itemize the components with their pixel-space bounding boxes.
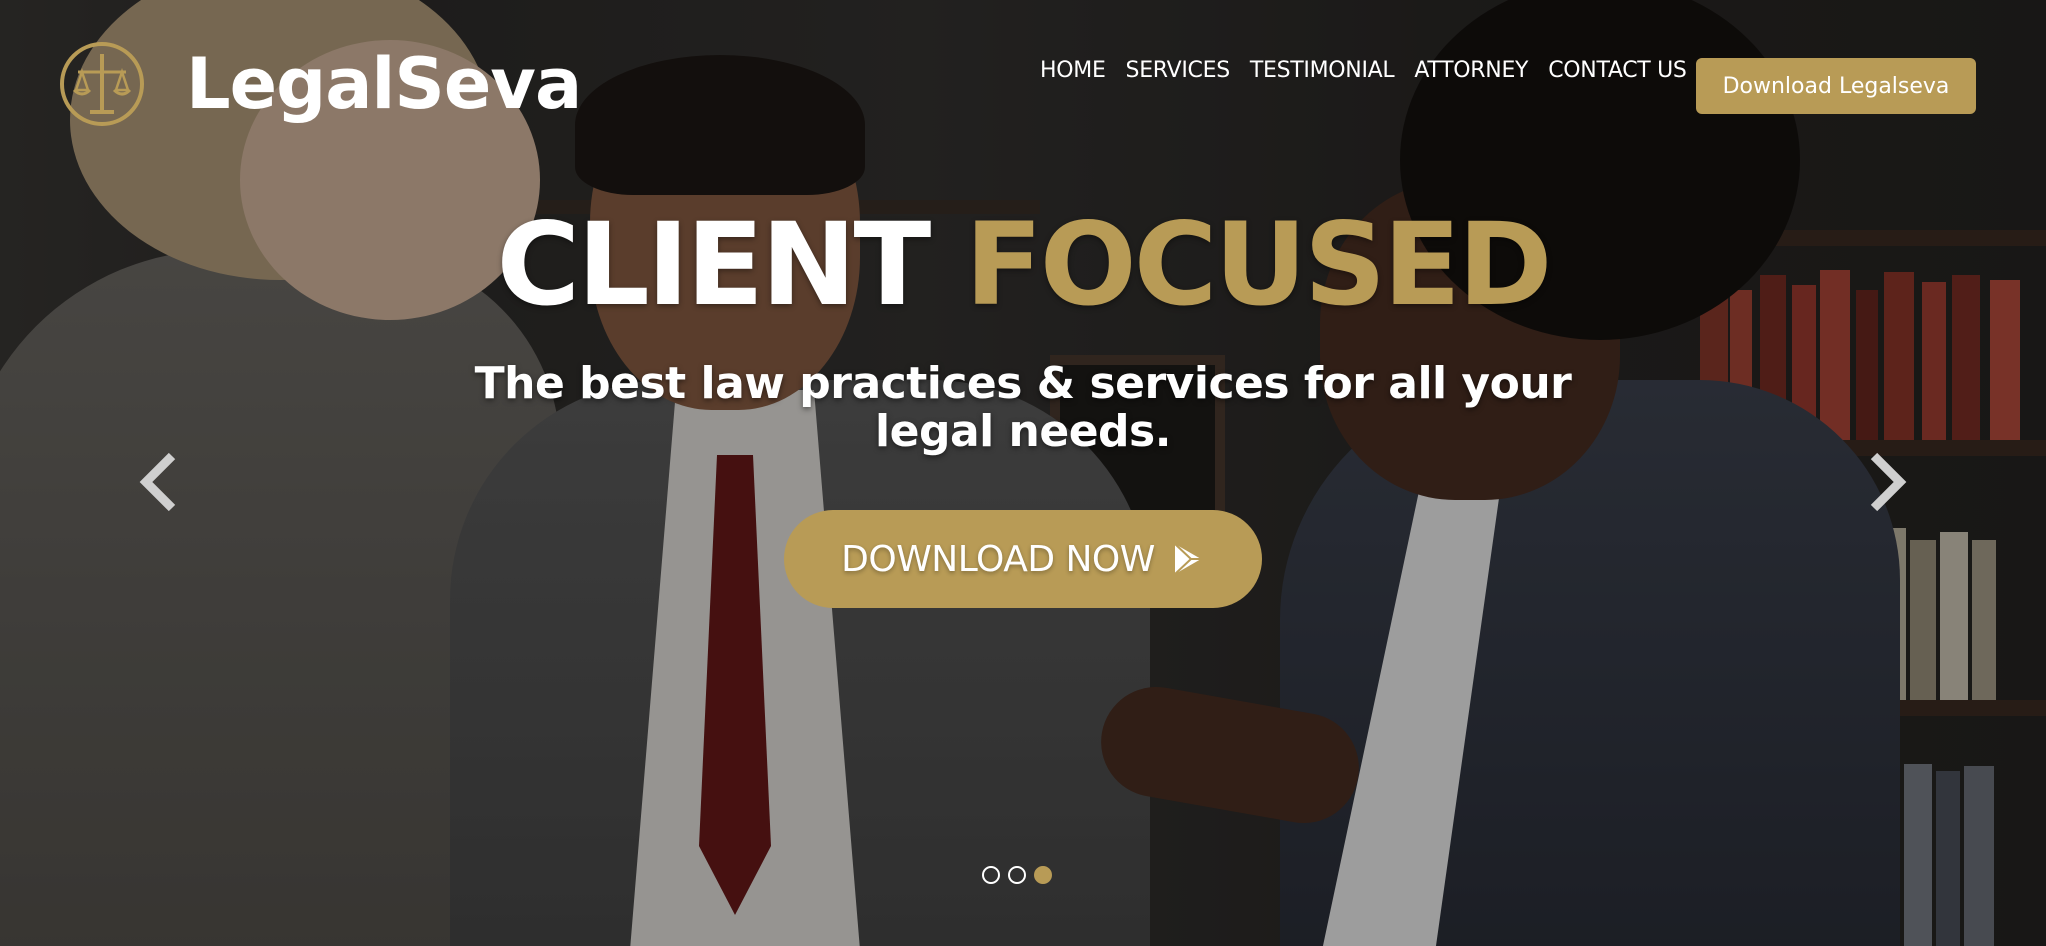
- chevron-left-icon: [139, 452, 176, 512]
- nav-home[interactable]: HOME: [1040, 58, 1106, 83]
- nav-attorney[interactable]: ATTORNEY: [1414, 58, 1528, 83]
- brand-name: LegalSeva: [186, 43, 582, 125]
- carousel-dot-2[interactable]: [1008, 866, 1026, 884]
- scales-of-justice-icon: [60, 42, 144, 126]
- hero-background: [0, 0, 2046, 946]
- carousel-dot-3[interactable]: [1034, 866, 1052, 884]
- carousel-next-button[interactable]: [1864, 450, 1914, 514]
- carousel-indicators: [982, 866, 1052, 884]
- headline-white: CLIENT: [496, 198, 931, 331]
- download-now-button[interactable]: DOWNLOAD NOW: [784, 510, 1262, 608]
- nav-testimonial[interactable]: TESTIMONIAL: [1250, 58, 1395, 83]
- download-now-label: DOWNLOAD NOW: [841, 538, 1155, 580]
- hero-headline: CLIENT FOCUSED: [0, 200, 2046, 330]
- carousel-prev-button[interactable]: [132, 450, 182, 514]
- download-legalseva-button[interactable]: Download Legalseva: [1696, 58, 1976, 114]
- carousel-dot-1[interactable]: [982, 866, 1000, 884]
- main-nav: HOME SERVICES TESTIMONIAL ATTORNEY CONTA…: [1040, 58, 1707, 83]
- brand-logo[interactable]: LegalSeva: [58, 40, 582, 128]
- nav-contact-us[interactable]: CONTACT US: [1548, 58, 1687, 83]
- chevron-right-icon: [1870, 452, 1907, 512]
- nav-services[interactable]: SERVICES: [1126, 58, 1231, 83]
- play-store-icon: [1174, 543, 1201, 575]
- headline-gold: FOCUSED: [964, 198, 1553, 331]
- hero-subtitle: The best law practices & services for al…: [474, 358, 1572, 457]
